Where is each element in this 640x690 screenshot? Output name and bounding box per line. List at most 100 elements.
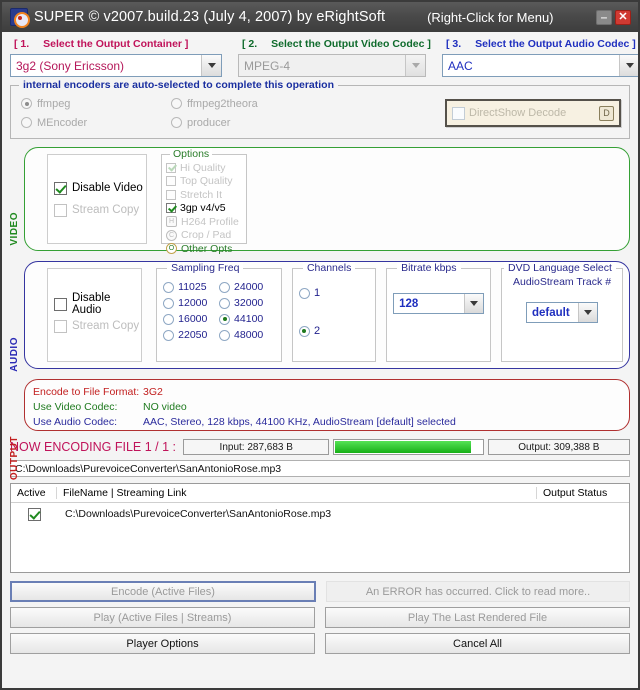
button-row-3: Player Options Cancel All [10,633,630,654]
channels-option-2[interactable]: 2 [299,325,369,337]
disable-audio-row[interactable]: Disable Audio [54,293,141,315]
audio-panel: Disable Audio Stream Copy Sampling Freq … [24,261,630,369]
encoder-option-label: ffmpeg2theora [187,98,258,110]
container-dropdown[interactable]: 3g2 (Sony Ericsson) [10,54,222,77]
chevron-down-icon[interactable] [619,55,639,76]
encoding-progress-bar [333,439,483,455]
video-codec-selector-group: [ 2.Select the Output Video Codec ] MPEG… [238,38,426,77]
audio-codec-dropdown[interactable]: AAC [442,54,640,77]
chevron-down-icon[interactable] [464,294,483,313]
cancel-all-button[interactable]: Cancel All [325,633,630,654]
action-buttons: Encode (Active Files) An ERROR has occur… [10,581,630,654]
row-active-checkbox[interactable] [28,508,41,521]
other-opts-badge-icon[interactable]: O [166,243,177,254]
chevron-down-icon[interactable] [201,55,221,76]
output-row-key: Use Audio Codec: [33,415,143,430]
close-icon[interactable]: ✕ [615,10,631,25]
encoder-option-label: producer [187,117,230,129]
video-option-top-quality: Top Quality [166,175,242,189]
button-row-1: Encode (Active Files) An ERROR has occur… [10,581,630,602]
sampling-option-label: 44100 [234,313,263,325]
dvd-language-dropdown[interactable]: default [526,302,598,323]
error-message-button[interactable]: An ERROR has occurred. Click to read mor… [326,581,630,602]
encoder-option-mencoder[interactable]: MEncoder [21,113,171,132]
checkbox-icon [166,163,176,173]
channels-option-1[interactable]: 1 [299,287,369,299]
player-options-button[interactable]: Player Options [10,633,315,654]
sampling-option-16000[interactable]: 16000 [163,313,219,325]
internal-encoders-section: internal encoders are auto-selected to c… [10,85,630,139]
sampling-option-22050[interactable]: 22050 [163,329,219,341]
sampling-option-label: 48000 [234,329,263,341]
radio-icon[interactable] [219,282,230,293]
video-option-label: Other Opts [181,243,232,255]
sampling-option-11025[interactable]: 11025 [163,281,219,293]
encode-button[interactable]: Encode (Active Files) [10,581,316,602]
sampling-option-label: 12000 [178,297,207,309]
sampling-option-48000[interactable]: 48000 [219,329,275,341]
sampling-option-label: 24000 [234,281,263,293]
super-app-icon [10,8,28,26]
main-content: VIDEO AUDIO OUTPUT [ 1.Select the Output… [2,32,638,690]
directshow-badge-icon[interactable]: D [599,106,614,121]
disable-audio-checkbox[interactable] [54,298,67,311]
radio-icon[interactable] [171,117,182,128]
super-application-window: SUPER © v2007.build.23 (July 4, 2007) by… [0,0,640,690]
output-row-value: 3G2 [143,385,163,400]
current-file-path: C:\Downloads\PurevoiceConverter\SanAnton… [10,460,630,477]
sampling-freq-legend: Sampling Freq [167,262,243,274]
container-dropdown-value: 3g2 (Sony Ericsson) [11,55,201,76]
video-codec-dropdown-value: MPEG-4 [239,55,405,76]
video-stream-copy-label: Stream Copy [72,204,139,216]
encoder-option-label: MEncoder [37,117,87,129]
video-codec-dropdown[interactable]: MPEG-4 [238,54,426,77]
radio-icon[interactable] [21,117,32,128]
checkbox-icon[interactable] [166,203,176,213]
dvd-language-legend-line2: AudioStream Track # [508,276,616,288]
output-size-readout: Output: 309,388 B [488,439,630,455]
disable-video-checkbox[interactable] [54,182,67,195]
sampling-option-24000[interactable]: 24000 [219,281,275,293]
table-row[interactable]: C:\Downloads\PurevoiceConverter\SanAnton… [11,503,629,525]
play-active-files-button[interactable]: Play (Active Files | Streams) [10,607,315,628]
chevron-down-icon[interactable] [578,303,597,322]
output-row-value: AAC, Stereo, 128 kbps, 44100 KHz, AudioS… [143,415,456,430]
directshow-decode-panel[interactable]: DirectShow Decode D [445,99,621,127]
video-option-other-opts[interactable]: O Other Opts [166,242,242,256]
table-header-row: Active FileName | Streaming Link Output … [11,484,629,503]
encoder-option-producer[interactable]: producer [171,113,321,132]
radio-icon[interactable] [171,98,182,109]
radio-icon[interactable] [21,98,32,109]
file-list-table[interactable]: Active FileName | Streaming Link Output … [10,483,630,573]
radio-icon[interactable] [163,330,174,341]
video-option-3gp-v4v5[interactable]: 3gp v4/v5 [166,202,242,216]
radio-icon[interactable] [163,282,174,293]
directshow-checkbox[interactable] [452,107,465,120]
radio-icon[interactable] [219,314,230,325]
radio-icon[interactable] [299,288,310,299]
section-label-audio: AUDIO [9,337,20,372]
bitrate-dropdown[interactable]: 128 [393,293,484,314]
progress-bar-fill [335,441,471,453]
sampling-option-44100[interactable]: 44100 [219,313,275,325]
radio-icon[interactable] [219,330,230,341]
disable-video-row[interactable]: Disable Video [54,177,146,199]
dvd-language-value: default [527,303,578,322]
radio-icon[interactable] [163,314,174,325]
internal-encoders-legend: internal encoders are auto-selected to c… [19,79,338,91]
radio-icon[interactable] [219,298,230,309]
video-toggle-box: Disable Video Stream Copy [47,154,147,244]
encoder-option-ffmpeg[interactable]: ffmpeg [21,94,171,113]
video-stream-copy-checkbox [54,204,67,217]
radio-icon[interactable] [299,326,310,337]
video-option-label: H264 Profile [181,216,239,228]
sampling-option-12000[interactable]: 12000 [163,297,219,309]
minimize-icon[interactable]: – [596,10,612,25]
sampling-option-32000[interactable]: 32000 [219,297,275,309]
radio-icon[interactable] [163,298,174,309]
chevron-down-icon[interactable] [405,55,425,76]
encoder-option-ffmpeg2theora[interactable]: ffmpeg2theora [171,94,321,113]
play-last-rendered-button[interactable]: Play The Last Rendered File [325,607,630,628]
row-active-cell[interactable] [11,508,57,521]
sampling-option-label: 16000 [178,313,207,325]
